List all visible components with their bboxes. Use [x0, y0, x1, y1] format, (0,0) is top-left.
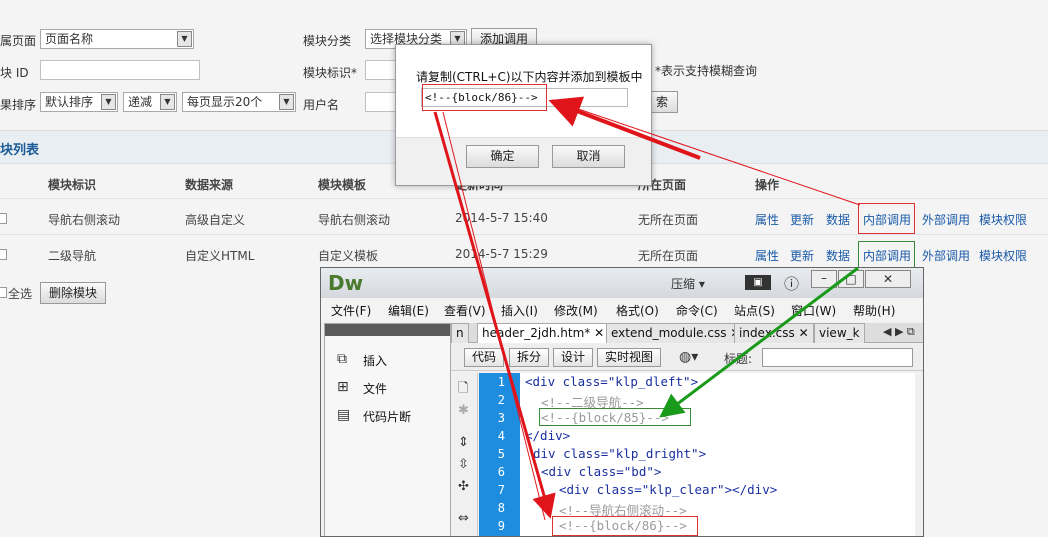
- thin-arrow-line: [442, 111, 546, 521]
- red-arrow-to-dialog: [548, 96, 701, 160]
- thin-arrow-line: [551, 99, 861, 206]
- annotation-arrows: [433, 96, 861, 521]
- red-arrow-to-code: [433, 111, 556, 519]
- green-arrow-to-code: [659, 266, 859, 418]
